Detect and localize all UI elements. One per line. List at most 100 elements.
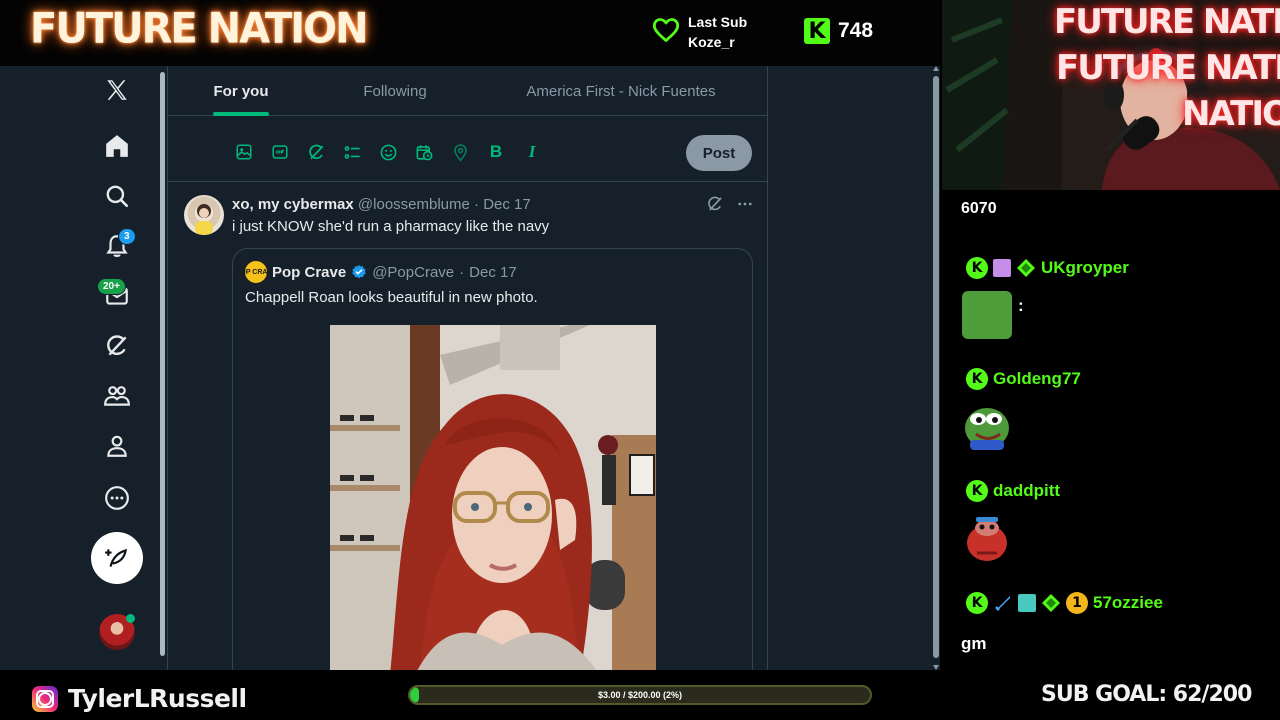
nav-more[interactable]: [88, 476, 146, 520]
tab-america-first[interactable]: America First - Nick Fuentes: [476, 66, 766, 116]
schedule-icon[interactable]: [414, 142, 434, 162]
grok-icon[interactable]: [706, 195, 724, 218]
scroll-up-arrow[interactable]: [933, 66, 939, 71]
chat-username[interactable]: daddpitt: [993, 481, 1060, 501]
tab-label: America First - Nick Fuentes: [526, 82, 716, 100]
live-chat: 6070 K UKgroyper : K Goldeng77 K daddpit…: [942, 190, 1280, 670]
x-app-window: 3 20+ For you Following America First - …: [0, 66, 940, 670]
nav-explore[interactable]: [88, 174, 146, 218]
post-composer: B I Post: [168, 116, 768, 182]
more-options-icon[interactable]: [736, 195, 754, 218]
bold-icon[interactable]: B: [486, 142, 506, 162]
account-avatar[interactable]: [99, 614, 135, 650]
messages-badge: 20+: [97, 278, 126, 295]
location-icon[interactable]: [450, 142, 470, 162]
chat-username[interactable]: Goldeng77: [993, 369, 1081, 389]
quoted-tweet-photo[interactable]: [330, 325, 656, 670]
italic-icon[interactable]: I: [522, 142, 542, 162]
coin-badge-icon: 1: [1066, 592, 1088, 614]
kick-logo-icon: K: [804, 18, 830, 44]
chat-message-header: K 1 57ozziee: [966, 592, 1163, 614]
image-icon[interactable]: [234, 142, 254, 162]
compose-post-button[interactable]: [91, 532, 143, 584]
notifications-badge: 3: [118, 228, 136, 245]
emoji-icon[interactable]: [378, 142, 398, 162]
tab-for-you[interactable]: For you: [168, 66, 314, 116]
chat-message-text: :: [1018, 296, 1024, 315]
profile-icon: [107, 435, 127, 457]
post-button[interactable]: Post: [686, 135, 752, 171]
chat-message-header: K daddpitt: [966, 480, 1060, 502]
heart-icon: [652, 17, 680, 48]
sword-badge-icon: [993, 593, 1013, 613]
last-sub-user: Koze_r: [688, 34, 735, 50]
x-logo-icon: [107, 80, 127, 100]
gift-badge-icon: [993, 259, 1011, 277]
overlay-bottom-bar: TylerLRussell $3.00 / $200.00 (2%) SUB G…: [0, 670, 1280, 720]
tweet-date[interactable]: Dec 17: [483, 196, 531, 213]
nav-messages[interactable]: 20+: [88, 274, 146, 318]
nav-communities[interactable]: [88, 374, 146, 418]
chat-username[interactable]: 57ozziee: [1093, 593, 1163, 613]
quoted-tweet-text: Chappell Roan looks beautiful in new pho…: [245, 289, 538, 306]
tweet-separator: ·: [474, 196, 480, 213]
quoted-tweet[interactable]: POP CRAVE Pop Crave @PopCrave · Dec 17 C…: [232, 248, 753, 670]
founder-diamond-badge-icon: [1016, 258, 1036, 278]
donation-goal-label: $3.00 / $200.00 (2%): [597, 690, 683, 700]
neon-sign-line: FUTURE NATION: [1054, 2, 1280, 42]
nav-grok[interactable]: [88, 324, 146, 368]
neon-sign-line: FUTURE NATION: [1056, 48, 1280, 88]
nav-notifications[interactable]: 3: [88, 224, 146, 268]
nav-profile[interactable]: [88, 424, 146, 468]
kick-badge-icon: K: [966, 592, 988, 614]
tweet-author-name[interactable]: xo, my cybermax: [232, 196, 354, 213]
instagram-handle: TylerLRussell: [32, 684, 247, 713]
popcrave-avatar[interactable]: POP CRAVE: [236, 261, 276, 283]
tweet-author-avatar[interactable]: [184, 195, 224, 235]
follower-count: 748: [838, 19, 874, 42]
tweet-text: i just KNOW she'd run a pharmacy like th…: [232, 218, 550, 235]
founder-diamond-badge-icon: [1041, 593, 1061, 613]
follower-counter: K 748: [804, 18, 873, 44]
chat-username[interactable]: UKgroyper: [1041, 258, 1129, 278]
quoted-author-name[interactable]: Pop Crave: [272, 264, 346, 281]
tab-label: For you: [213, 82, 269, 100]
tab-following[interactable]: Following: [314, 66, 476, 116]
composer-toolbar: B I: [234, 142, 542, 162]
gif-icon[interactable]: [270, 142, 290, 162]
tweet-separator: ·: [459, 263, 465, 281]
quoted-tweet-header: POP CRAVE Pop Crave @PopCrave · Dec 17: [236, 261, 517, 283]
viewer-count: 6070: [961, 200, 997, 217]
last-sub-label: Last Sub: [688, 14, 748, 30]
grok-icon[interactable]: [306, 142, 326, 162]
chat-message-header: K UKgroyper: [966, 257, 1129, 279]
sub-goal: SUB GOAL: 62/200: [1041, 682, 1252, 707]
stream-overlay: FUTURE NATION Last Sub Koze_r K 748 3 20…: [0, 0, 1280, 720]
sidebar-scrollbar[interactable]: [158, 66, 166, 670]
tweet[interactable]: xo, my cybermax @loossemblume · Dec 17 i…: [168, 183, 768, 670]
x-logo-link[interactable]: [88, 68, 146, 112]
pepe-emote: [962, 402, 1012, 455]
tweet-author-handle[interactable]: @loossemblume: [358, 196, 470, 213]
page-scrollbar[interactable]: [932, 66, 940, 670]
communities-icon: [104, 386, 130, 406]
webcam-feed: FUTURE NATION FUTURE NATION NATION: [942, 0, 1280, 190]
instagram-icon: [32, 685, 58, 712]
brand-title: FUTURE NATION: [30, 4, 369, 54]
tab-label: Following: [363, 82, 427, 100]
tweet-actions-top: [706, 195, 754, 218]
sidebar-scroll-thumb[interactable]: [160, 72, 165, 656]
last-sub-widget: Last Sub Koze_r: [652, 12, 747, 52]
quoted-date[interactable]: Dec 17: [469, 264, 517, 281]
neon-sign-line: NATION: [1182, 94, 1280, 134]
quoted-author-handle[interactable]: @PopCrave: [372, 264, 454, 281]
green-blob-emote: [962, 291, 1012, 339]
home-icon: [106, 135, 128, 157]
nav-home[interactable]: [88, 124, 146, 168]
online-indicator: [126, 614, 135, 623]
poll-icon[interactable]: [342, 142, 362, 162]
gift-badge-icon: [1018, 594, 1036, 612]
x-sidebar-nav: 3 20+: [88, 66, 148, 670]
more-icon: [105, 486, 129, 510]
page-scroll-thumb[interactable]: [933, 76, 939, 658]
